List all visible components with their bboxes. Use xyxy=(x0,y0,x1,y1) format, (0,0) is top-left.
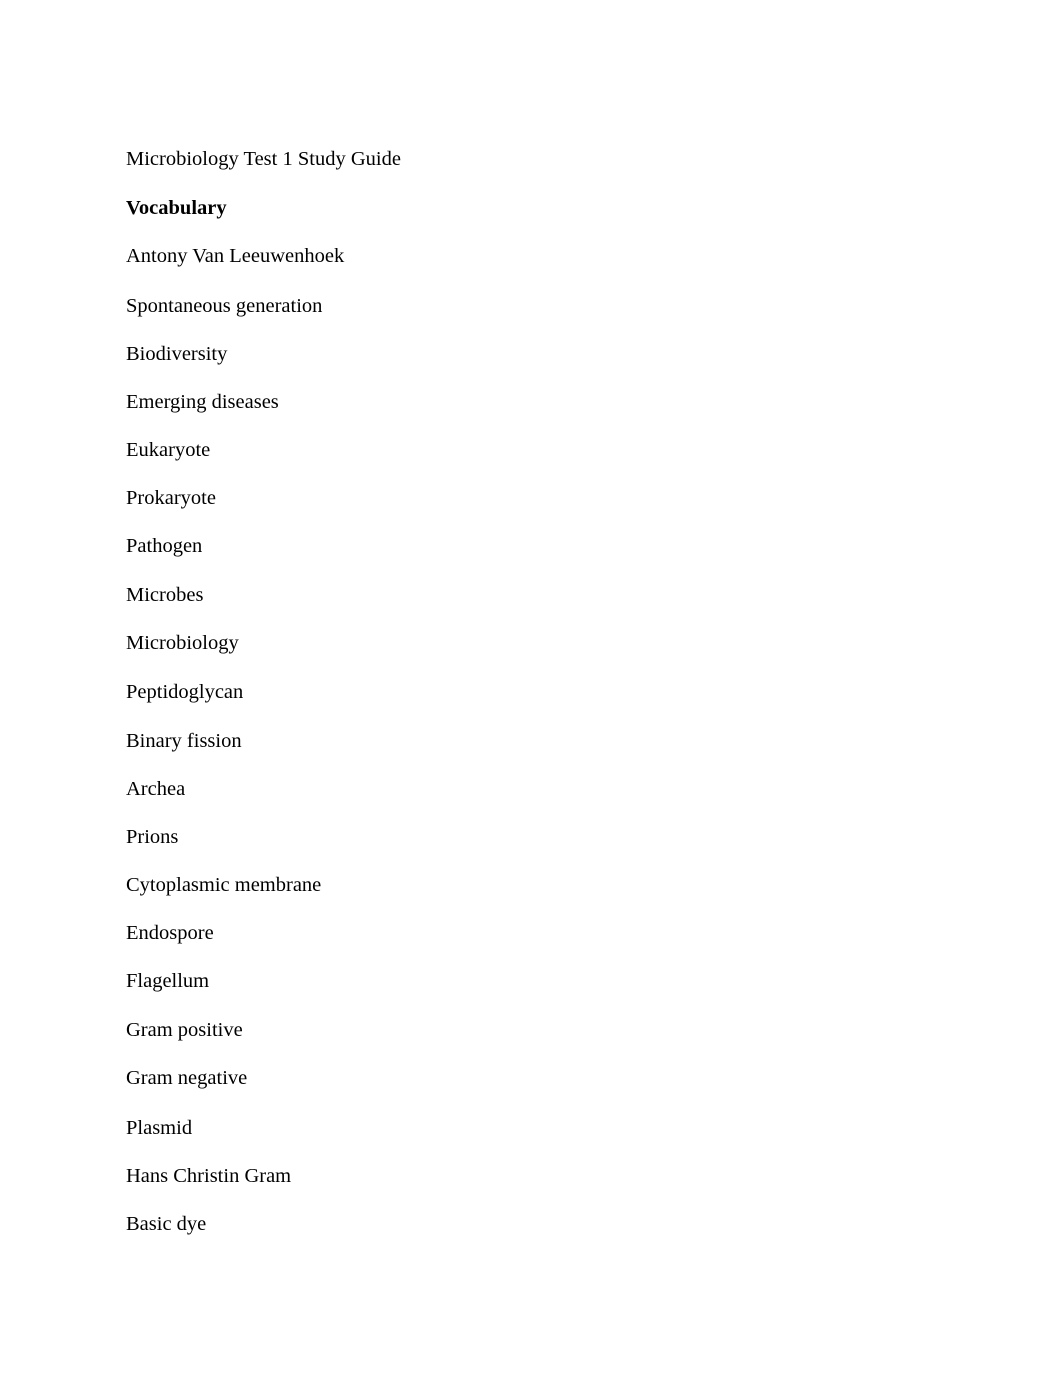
vocabulary-term: Cytoplasmic membrane xyxy=(126,874,322,896)
vocabulary-term: Prokaryote xyxy=(126,487,216,509)
vocabulary-term: Eukaryote xyxy=(126,439,211,461)
vocabulary-term: Peptidoglycan xyxy=(126,681,244,703)
document-page: Microbiology Test 1 Study Guide Vocabula… xyxy=(0,0,1062,1377)
vocabulary-term: Plasmid xyxy=(126,1117,193,1139)
vocabulary-term: Gram negative xyxy=(126,1067,248,1089)
vocabulary-term: Antony Van Leeuwenhoek xyxy=(126,245,345,267)
vocabulary-term: Flagellum xyxy=(126,970,210,992)
vocabulary-term: Endospore xyxy=(126,922,214,944)
vocabulary-term: Spontaneous generation xyxy=(126,295,323,317)
vocabulary-term: Gram positive xyxy=(126,1019,243,1041)
vocabulary-term: Microbes xyxy=(126,584,204,606)
vocabulary-term: Pathogen xyxy=(126,535,203,557)
vocabulary-term: Hans Christin Gram xyxy=(126,1165,292,1187)
vocabulary-term: Prions xyxy=(126,826,179,848)
document-title: Microbiology Test 1 Study Guide xyxy=(126,148,401,170)
vocabulary-term: Basic dye xyxy=(126,1213,207,1235)
vocabulary-term: Binary fission xyxy=(126,730,242,752)
vocabulary-term: Biodiversity xyxy=(126,343,228,365)
vocabulary-term: Microbiology xyxy=(126,632,239,654)
vocabulary-term: Archea xyxy=(126,778,186,800)
vocabulary-term: Emerging diseases xyxy=(126,391,279,413)
section-heading: Vocabulary xyxy=(126,197,227,219)
